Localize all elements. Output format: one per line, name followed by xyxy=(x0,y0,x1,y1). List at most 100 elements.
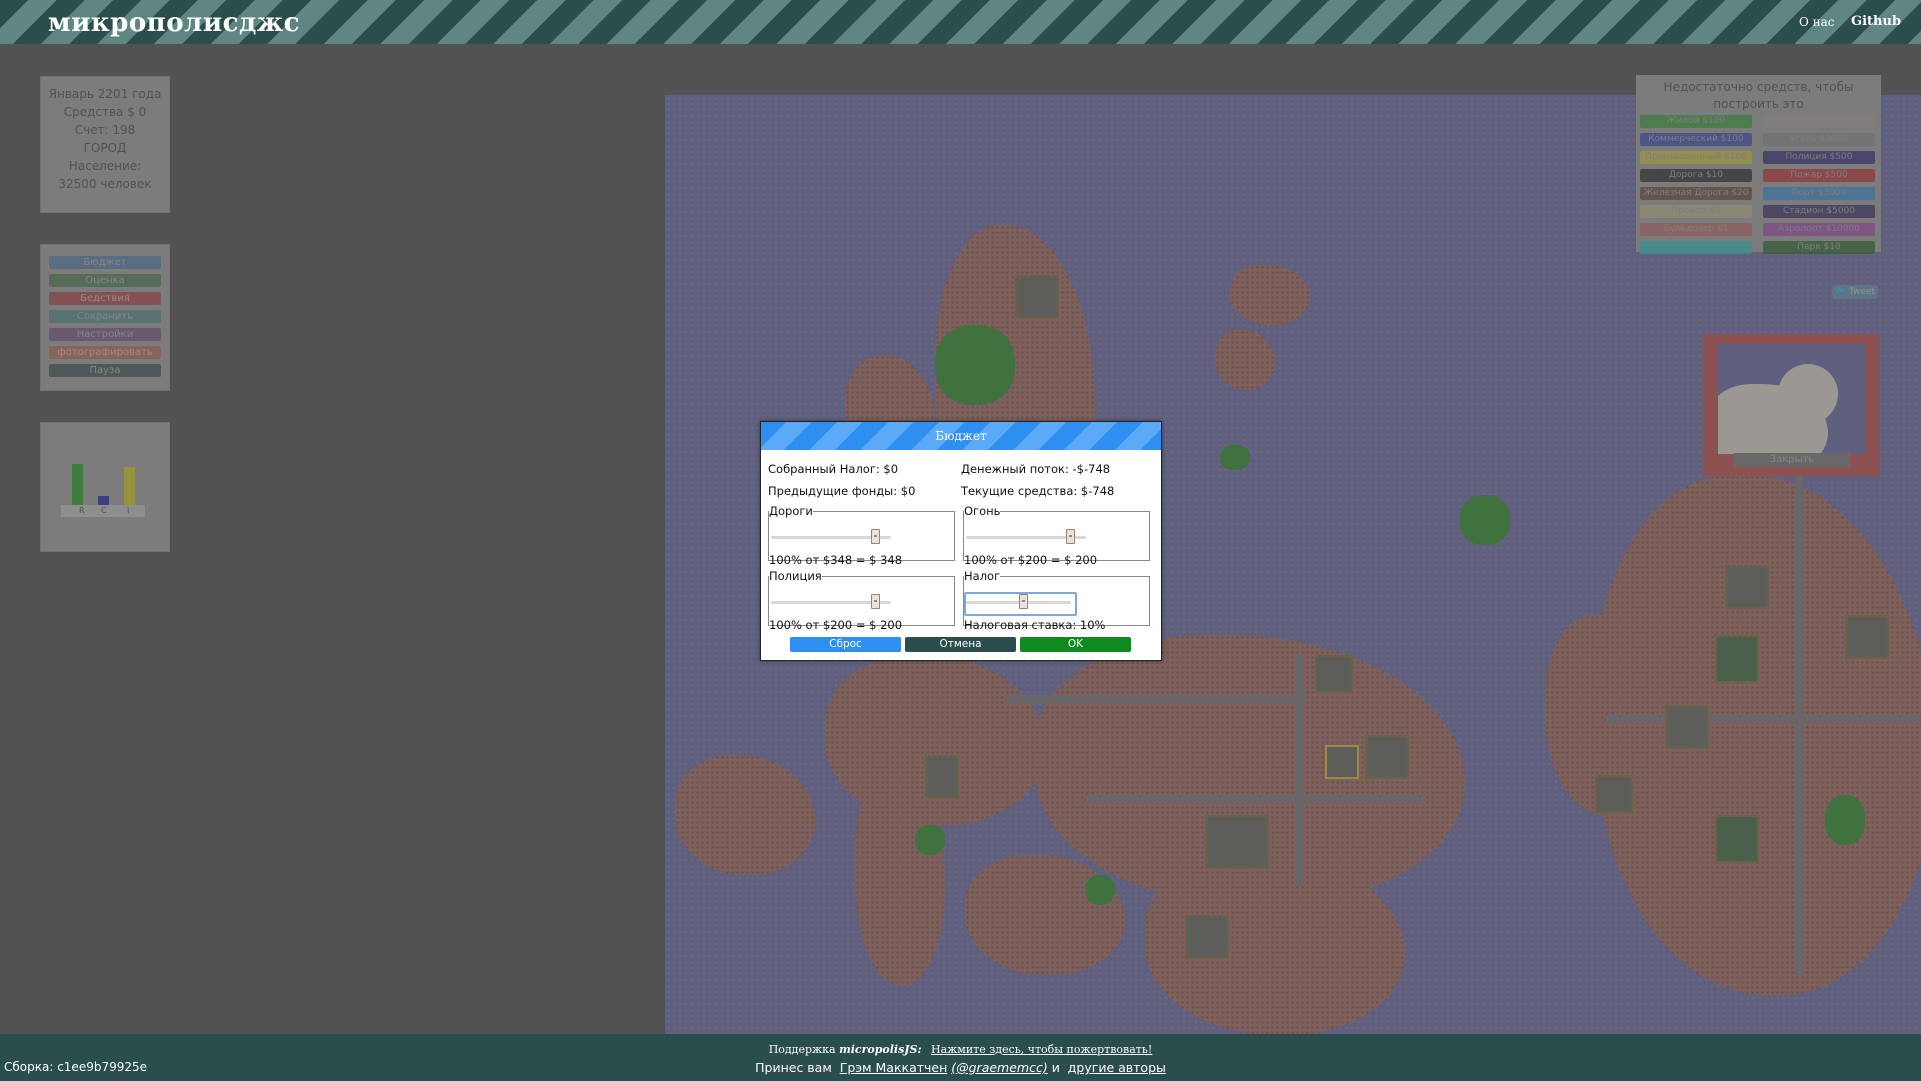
footer-bar: Сборка: c1ee9b79925e Поддержка micropoli… xyxy=(0,1034,1921,1081)
tweet-label: Tweet xyxy=(1849,287,1876,297)
minimap[interactable]: Закрыть xyxy=(1704,334,1880,476)
road xyxy=(1605,715,1921,723)
population-value: 32500 человек xyxy=(58,177,152,191)
build-tool-button[interactable]: Аэропорт $10000 xyxy=(1763,223,1875,236)
building xyxy=(1185,915,1229,959)
minimap-close-button[interactable]: Закрыть xyxy=(1734,453,1850,467)
rci-bar-industrial xyxy=(124,467,135,505)
build-tool-button[interactable]: Полиция $500 xyxy=(1763,151,1875,164)
city-class: ГОРОД xyxy=(83,141,127,155)
pause-button[interactable]: Пауза xyxy=(49,364,161,377)
building xyxy=(1725,565,1769,609)
save-button[interactable]: Сохранить xyxy=(49,310,161,323)
fire-station xyxy=(1325,745,1359,779)
cancel-button[interactable]: Отмена xyxy=(905,637,1016,652)
police-slider[interactable] xyxy=(871,594,880,609)
tweet-button[interactable]: 🐦 Tweet xyxy=(1832,285,1878,299)
land-area xyxy=(1230,265,1310,325)
land-area xyxy=(1215,330,1275,390)
build-tool-button[interactable]: Провод $5 xyxy=(1640,205,1752,218)
building xyxy=(1205,815,1269,869)
roads-slider[interactable] xyxy=(871,529,880,544)
stadium xyxy=(1715,635,1759,683)
fire-slider[interactable] xyxy=(1066,529,1075,544)
rci-demand-panel: R C I xyxy=(40,422,170,552)
evaluation-button[interactable]: Оценка xyxy=(49,274,161,287)
police-fieldset: Полиция 100% от $200 = $ 200 xyxy=(768,569,955,632)
land-area xyxy=(675,755,815,875)
roads-value: 100% от $348 = $ 348 xyxy=(769,553,903,567)
github-link[interactable]: Github xyxy=(1851,14,1901,29)
build-tools-panel: Недостаточно средств, чтобы построить эт… xyxy=(1636,75,1881,254)
tax-label: Налог xyxy=(964,569,1001,583)
build-tool-button[interactable]: Уголь $3000 xyxy=(1763,133,1875,146)
and-text: и xyxy=(1051,1060,1060,1075)
build-tool-button[interactable]: Промышленный $100 xyxy=(1640,151,1752,164)
road xyxy=(1795,475,1803,975)
rci-chart xyxy=(62,441,146,505)
minimap-view[interactable] xyxy=(1718,344,1866,454)
roads-label: Дороги xyxy=(769,504,813,518)
rci-axis: R C I xyxy=(61,505,145,517)
funds-text: Средства $ 0 xyxy=(63,105,147,119)
build-tool-button[interactable]: Стадион $5000 xyxy=(1763,205,1875,218)
reset-button[interactable]: Сброс xyxy=(790,637,901,652)
forest-area xyxy=(1460,495,1510,545)
cash-flow: Денежный поток: -$-748 xyxy=(961,462,1111,476)
credits-line: Принес вам Грэм Маккатчен (@graememcc) и… xyxy=(0,1060,1921,1075)
rci-label-c: C xyxy=(101,506,107,515)
other-authors-link[interactable]: другие авторы xyxy=(1068,1060,1166,1075)
disasters-button[interactable]: Бедствия xyxy=(49,292,161,305)
build-tool-button[interactable]: Парк $10 xyxy=(1763,241,1875,254)
build-tool-button[interactable]: Жилой $100 xyxy=(1640,115,1752,128)
build-tool-button[interactable]: Бульдозер $1 xyxy=(1640,223,1752,236)
budget-button[interactable]: Бюджет xyxy=(49,256,161,269)
author-handle-link[interactable]: (@graememcc) xyxy=(951,1060,1047,1075)
fire-label: Огонь xyxy=(964,504,1001,518)
building xyxy=(1315,655,1353,693)
build-tool-button[interactable] xyxy=(1640,241,1752,254)
tax-slider[interactable] xyxy=(1019,594,1028,609)
road xyxy=(1295,655,1303,885)
build-tool-button[interactable]: Дорога $10 xyxy=(1640,169,1752,182)
collected-tax: Собранный Налог: $0 xyxy=(768,462,899,476)
tax-value: Налоговая ставка: 10% xyxy=(964,618,1106,632)
author-link[interactable]: Грэм Маккатчен xyxy=(840,1060,948,1075)
stadium xyxy=(1715,815,1759,863)
brought-by: Принес вам xyxy=(755,1060,832,1075)
rci-label-r: R xyxy=(79,506,85,515)
rci-bar-commercial xyxy=(98,496,109,505)
build-tool-button[interactable]: Ядерный $5000 xyxy=(1763,115,1875,128)
donate-link[interactable]: Нажмите здесь, чтобы пожертвовать! xyxy=(931,1043,1152,1056)
build-tool-button[interactable]: Порт $3000 xyxy=(1763,187,1875,200)
budget-dialog-title: Бюджет xyxy=(761,422,1161,450)
build-tool-button[interactable]: Железная Дорога $20 xyxy=(1640,187,1752,200)
ok-button[interactable]: OK xyxy=(1020,637,1131,652)
building xyxy=(925,755,959,799)
build-tool-button[interactable]: Коммерческий $100 xyxy=(1640,133,1752,146)
minimap-land xyxy=(1778,364,1838,424)
insufficient-funds-message: Недостаточно средств, чтобы построить эт… xyxy=(1663,80,1854,111)
forest-area xyxy=(935,325,1015,405)
game-date: Январь 2201 года xyxy=(48,87,162,101)
police-label: Полиция xyxy=(769,569,822,583)
fire-value: 100% от $200 = $ 200 xyxy=(964,553,1098,567)
bird-icon: 🐦 xyxy=(1834,287,1847,297)
road xyxy=(1085,795,1425,803)
rci-label-i: I xyxy=(127,506,130,515)
score-text: Счет: 198 xyxy=(74,123,136,137)
tax-fieldset: Налог Налоговая ставка: 10% xyxy=(963,569,1150,632)
support-brand: micropolisJS: xyxy=(839,1043,922,1056)
screenshot-button[interactable]: фотографировать xyxy=(49,346,161,359)
build-tool-button[interactable]: Пожар $500 xyxy=(1763,169,1875,182)
road xyxy=(1005,695,1305,703)
settings-button[interactable]: Настройки xyxy=(49,328,161,341)
about-link[interactable]: О нас xyxy=(1799,15,1835,29)
building xyxy=(1365,735,1409,779)
forest-area xyxy=(915,825,945,855)
support-line: Поддержка micropolisJS: Нажмите здесь, ч… xyxy=(0,1043,1921,1056)
land-area xyxy=(825,655,1045,825)
support-prefix: Поддержка xyxy=(768,1043,836,1056)
app-logo[interactable]: микрополисджс xyxy=(48,8,300,38)
building xyxy=(1665,705,1709,749)
